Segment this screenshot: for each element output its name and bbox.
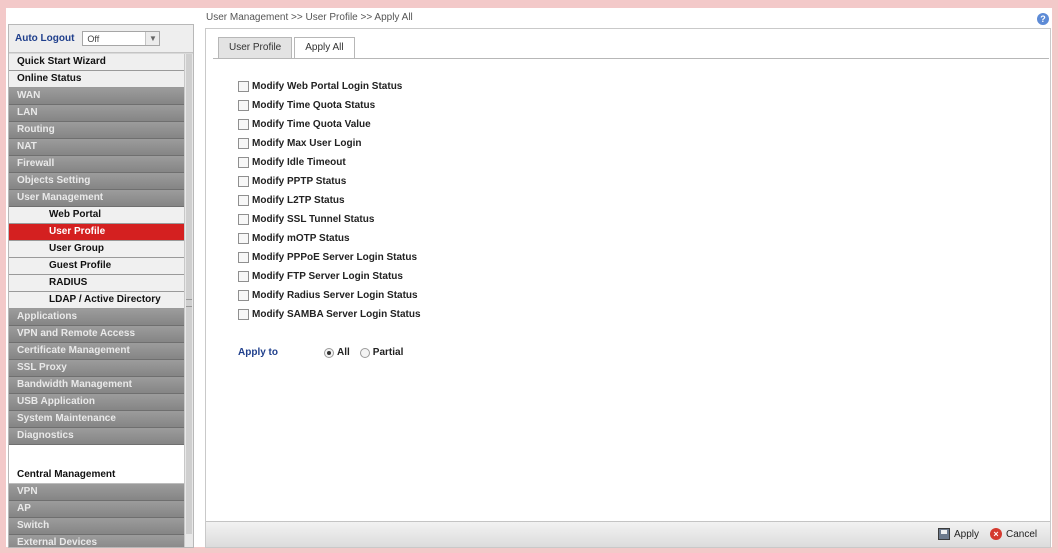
sidebar-item-guest-profile[interactable]: Guest Profile <box>9 258 185 275</box>
modify-option-label[interactable]: Modify mOTP Status <box>252 233 350 244</box>
modify-option-label[interactable]: Modify PPPoE Server Login Status <box>252 252 417 263</box>
sidebar-item-certificate-management[interactable]: Certificate Management <box>9 343 185 360</box>
auto-logout-row: Auto Logout Off ▼ <box>9 25 193 53</box>
modify-option-label[interactable]: Modify L2TP Status <box>252 195 345 206</box>
modify-option: Modify Max User Login <box>238 134 421 153</box>
sidebar-item-routing[interactable]: Routing <box>9 122 185 139</box>
modify-option-checkbox[interactable] <box>238 157 249 168</box>
modify-option-label[interactable]: Modify Radius Server Login Status <box>252 290 418 301</box>
sidebar-item-applications[interactable]: Applications <box>9 309 185 326</box>
sidebar-central-management-heading: Central Management <box>9 467 185 484</box>
sidebar-menu: Quick Start Wizard Online Status WAN LAN Rou… <box>9 54 185 547</box>
sidebar-item-ssl-proxy[interactable]: SSL Proxy <box>9 360 185 377</box>
modify-option-checkbox[interactable] <box>238 271 249 282</box>
modify-option: Modify Web Portal Login Status <box>238 77 421 96</box>
modify-option-checkbox[interactable] <box>238 138 249 149</box>
sidebar-item-wan[interactable]: WAN <box>9 88 185 105</box>
auto-logout-value: Off <box>87 33 100 44</box>
sidebar-spacer <box>9 445 185 467</box>
sidebar-item-usb-application[interactable]: USB Application <box>9 394 185 411</box>
tab-apply-all[interactable]: Apply All <box>294 37 355 59</box>
save-icon <box>938 528 950 540</box>
modify-option-checkbox[interactable] <box>238 214 249 225</box>
apply-button[interactable]: Apply <box>938 528 979 540</box>
modify-option-checkbox[interactable] <box>238 176 249 187</box>
sidebar-item-ldap-active-directory[interactable]: LDAP / Active Directory <box>9 292 185 309</box>
modify-option: Modify Idle Timeout <box>238 153 421 172</box>
sidebar-item-bandwidth-management[interactable]: Bandwidth Management <box>9 377 185 394</box>
modify-option: Modify L2TP Status <box>238 191 421 210</box>
modify-option-checkbox[interactable] <box>238 81 249 92</box>
scrollbar-thumb[interactable] <box>186 54 192 534</box>
sidebar-item-external-devices[interactable]: External Devices <box>9 535 185 547</box>
scrollbar-grip-icon <box>186 299 192 307</box>
apply-to-all-label[interactable]: All <box>337 347 350 358</box>
modify-option: Modify Time Quota Value <box>238 115 421 134</box>
modify-option-label[interactable]: Modify Time Quota Status <box>252 100 375 111</box>
sidebar-item-nat[interactable]: NAT <box>9 139 185 156</box>
modify-option-label[interactable]: Modify PPTP Status <box>252 176 346 187</box>
modify-option-label[interactable]: Modify Idle Timeout <box>252 157 346 168</box>
sidebar-item-vpn[interactable]: VPN <box>9 484 185 501</box>
modify-option-checkbox[interactable] <box>238 119 249 130</box>
apply-to-all-radio[interactable] <box>324 347 334 358</box>
modify-option: Modify Time Quota Status <box>238 96 421 115</box>
sidebar-item-system-maintenance[interactable]: System Maintenance <box>9 411 185 428</box>
modify-option: Modify FTP Server Login Status <box>238 267 421 286</box>
sidebar-item-switch[interactable]: Switch <box>9 518 185 535</box>
modify-option: Modify SSL Tunnel Status <box>238 210 421 229</box>
modify-option: Modify Radius Server Login Status <box>238 286 421 305</box>
auto-logout-select[interactable]: Off ▼ <box>82 31 161 46</box>
modify-option: Modify PPTP Status <box>238 172 421 191</box>
auto-logout-label: Auto Logout <box>15 33 75 44</box>
modify-option-checkbox[interactable] <box>238 100 249 111</box>
modify-option-label[interactable]: Modify Web Portal Login Status <box>252 81 402 92</box>
sidebar-item-user-group[interactable]: User Group <box>9 241 185 258</box>
tab-bar: User Profile Apply All <box>218 37 357 59</box>
modify-option-checkbox[interactable] <box>238 309 249 320</box>
help-icon[interactable]: ? <box>1037 13 1049 25</box>
sidebar-item-firewall[interactable]: Firewall <box>9 156 185 173</box>
modify-option: Modify PPPoE Server Login Status <box>238 248 421 267</box>
apply-to-partial-label[interactable]: Partial <box>373 347 404 358</box>
modify-option-label[interactable]: Modify SAMBA Server Login Status <box>252 309 421 320</box>
apply-to-partial-radio[interactable] <box>359 347 370 358</box>
sidebar-scrollbar[interactable] <box>184 54 193 547</box>
sidebar-item-online-status[interactable]: Online Status <box>9 71 185 88</box>
sidebar-item-user-profile[interactable]: User Profile <box>9 224 185 241</box>
modify-option-checkbox[interactable] <box>238 233 249 244</box>
modify-option-label[interactable]: Modify SSL Tunnel Status <box>252 214 374 225</box>
sidebar-item-web-portal[interactable]: Web Portal <box>9 207 185 224</box>
action-footer: Apply × Cancel <box>206 521 1050 547</box>
sidebar-item-lan[interactable]: LAN <box>9 105 185 122</box>
breadcrumb: User Management >> User Profile >> Apply… <box>206 12 413 23</box>
tab-divider <box>213 58 1049 59</box>
cancel-button-label: Cancel <box>1006 528 1038 540</box>
sidebar-item-user-management[interactable]: User Management <box>9 190 185 207</box>
chevron-down-icon: ▼ <box>145 32 160 45</box>
apply-to-label: Apply to <box>238 347 278 358</box>
modify-option-label[interactable]: Modify FTP Server Login Status <box>252 271 403 282</box>
sidebar-item-diagnostics[interactable]: Diagnostics <box>9 428 185 445</box>
modify-option-checkbox[interactable] <box>238 195 249 206</box>
modify-options-list: Modify Web Portal Login Status Modify Tim… <box>238 77 421 324</box>
modify-option-label[interactable]: Modify Max User Login <box>252 138 361 149</box>
sidebar-item-ap[interactable]: AP <box>9 501 185 518</box>
sidebar-item-radius[interactable]: RADIUS <box>9 275 185 292</box>
cancel-button[interactable]: × Cancel <box>990 528 1037 540</box>
tab-user-profile[interactable]: User Profile <box>218 37 293 58</box>
modify-option-checkbox[interactable] <box>238 290 249 301</box>
modify-option: Modify mOTP Status <box>238 229 421 248</box>
main-panel: User Profile Apply All Modify Web Portal … <box>205 28 1051 548</box>
sidebar-item-vpn-and-remote-access[interactable]: VPN and Remote Access <box>9 326 185 343</box>
sidebar-item-objects-setting[interactable]: Objects Setting <box>9 173 185 190</box>
sidebar-item-quick-start-wizard[interactable]: Quick Start Wizard <box>9 54 185 71</box>
modify-option: Modify SAMBA Server Login Status <box>238 305 421 324</box>
cancel-icon: × <box>990 528 1002 540</box>
apply-to-row: Apply to All Partial <box>238 347 413 358</box>
modify-option-label[interactable]: Modify Time Quota Value <box>252 119 371 130</box>
apply-button-label: Apply <box>954 528 980 540</box>
sidebar: Auto Logout Off ▼ Quick Start Wizard Onli… <box>8 24 194 548</box>
modify-option-checkbox[interactable] <box>238 252 249 263</box>
